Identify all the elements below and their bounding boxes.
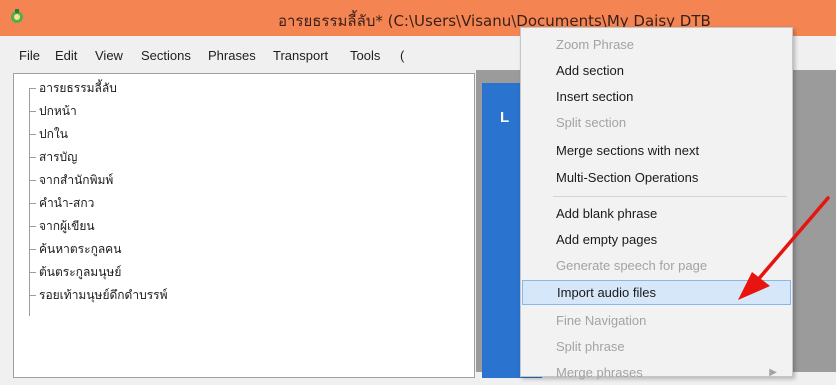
menu-item-merge-sections[interactable]: Merge sections with next	[522, 138, 791, 163]
menu-item-zoom-phrase[interactable]: Zoom Phrase	[522, 32, 791, 57]
tree-item[interactable]: จากผู้เขียน	[29, 216, 95, 236]
strip-label: L	[500, 109, 510, 126]
menu-file[interactable]: File	[19, 48, 40, 63]
tree-item-label: จากผู้เขียน	[39, 219, 95, 233]
menu-item-merge-phrases[interactable]: Merge phrases ▶	[522, 360, 791, 385]
tree-item-label: จากสำนักพิมพ์	[39, 173, 114, 187]
menu-sections[interactable]: Sections	[141, 48, 191, 63]
tree-item-label: ค้นหาตระกูลคน	[39, 242, 122, 256]
tree-item-label: อารยธรรมลี้ลับ	[39, 81, 117, 95]
tree-item-label: คำนำ-สกว	[39, 196, 95, 210]
tree-item[interactable]: ค้นหาตระกูลคน	[29, 239, 121, 259]
menu-item-split-phrase[interactable]: Split phrase	[522, 334, 791, 359]
tree-item-label: ปกใน	[39, 127, 68, 141]
tree-item[interactable]: อารยธรรมลี้ลับ	[29, 78, 117, 98]
menu-partial[interactable]: (	[400, 48, 404, 63]
menu-transport[interactable]: Transport	[273, 48, 328, 63]
tree-item[interactable]: ปกใน	[29, 124, 68, 144]
tree-item-label: สารบัญ	[39, 150, 78, 164]
menu-tools[interactable]: Tools	[350, 48, 380, 63]
tree-item[interactable]: จากสำนักพิมพ์	[29, 170, 113, 190]
menu-item-add-blank-phrase[interactable]: Add blank phrase	[522, 201, 791, 226]
app-icon[interactable]	[9, 8, 25, 24]
menu-view[interactable]: View	[95, 48, 123, 63]
menu-item-multi-section-ops[interactable]: Multi-Section Operations	[522, 165, 791, 190]
tree-item[interactable]: รอยเท้ามนุษย์ดึกดำบรรพ์	[29, 285, 168, 305]
menu-separator	[553, 196, 787, 197]
tree-item-label: ปกหน้า	[39, 104, 77, 118]
menu-item-generate-speech[interactable]: Generate speech for page	[522, 253, 791, 278]
menu-item-insert-section[interactable]: Insert section	[522, 84, 791, 109]
tree-item[interactable]: ปกหน้า	[29, 101, 77, 121]
menu-item-add-section[interactable]: Add section	[522, 58, 791, 83]
menu-item-split-section[interactable]: Split section	[522, 110, 791, 135]
tree-item[interactable]: คำนำ-สกว	[29, 193, 94, 213]
section-tree[interactable]: อารยธรรมลี้ลับ ปกหน้า ปกใน สารบัญ จากสำน…	[13, 73, 475, 378]
menu-edit[interactable]: Edit	[55, 48, 77, 63]
menu-item-fine-navigation[interactable]: Fine Navigation	[522, 308, 791, 333]
menu-item-import-audio-files[interactable]: Import audio files	[522, 280, 791, 305]
tree-item[interactable]: ต้นตระกูลมนุษย์	[29, 262, 121, 282]
context-menu: Zoom Phrase Add section Insert section S…	[520, 27, 793, 380]
tree-item[interactable]: สารบัญ	[29, 147, 77, 167]
tree-item-label: ต้นตระกูลมนุษย์	[39, 265, 122, 279]
menu-item-add-empty-pages[interactable]: Add empty pages	[522, 227, 791, 252]
submenu-arrow-icon: ▶	[769, 367, 777, 378]
menu-phrases[interactable]: Phrases	[208, 48, 256, 63]
tree-item-label: รอยเท้ามนุษย์ดึกดำบรรพ์	[39, 288, 168, 302]
